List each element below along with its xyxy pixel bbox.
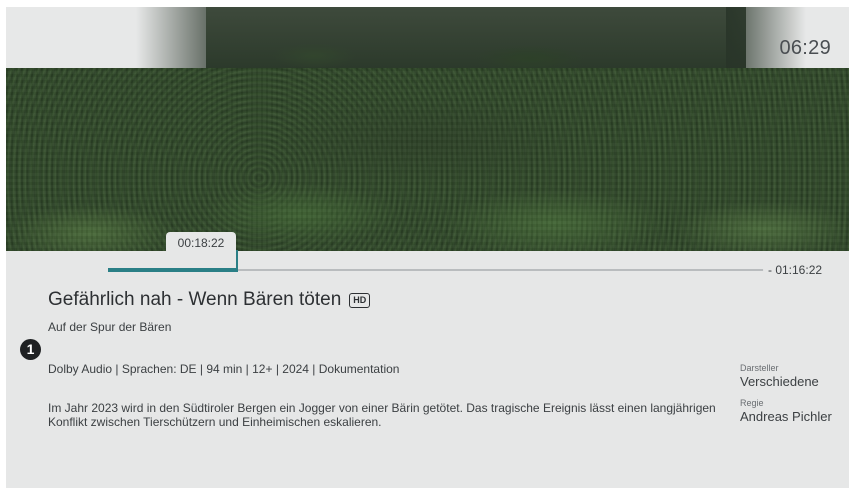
credits-block: Darsteller Verschiedene Regie Andreas Pi… (740, 363, 845, 433)
current-time-label: 00:18:22 (166, 232, 236, 253)
director-value: Andreas Pichler (740, 409, 832, 424)
video-texture (6, 68, 849, 251)
program-title: Gefährlich nah - Wenn Bären töten (48, 289, 342, 310)
director-label: Regie (740, 398, 764, 408)
header-bar: 06:29 (6, 7, 849, 68)
video-preview (6, 68, 849, 251)
clock: 06:29 (779, 37, 831, 59)
program-meta: Dolby Audio | Sprachen: DE | 94 min | 12… (48, 362, 400, 376)
remaining-time-label: - 01:16:22 (768, 263, 823, 277)
hd-badge: HD (349, 292, 371, 308)
program-description: Im Jahr 2023 wird in den Südtiroler Berg… (48, 401, 716, 429)
annotation-marker: 1 (20, 339, 41, 360)
tv-screen: 06:29 00:18:22 - 01:16:22 Gefährlich nah… (6, 7, 849, 488)
cast-label: Darsteller (740, 363, 779, 373)
title-row: Gefährlich nah - Wenn Bären töten HD (48, 289, 371, 311)
cast-value: Verschiedene (740, 374, 819, 389)
progress-position-marker[interactable] (235, 250, 238, 272)
progress-bar[interactable] (108, 250, 771, 274)
program-subtitle: Auf der Spur der Bären (48, 320, 172, 334)
header-image-strip (206, 7, 746, 68)
progress-fill (108, 268, 237, 272)
